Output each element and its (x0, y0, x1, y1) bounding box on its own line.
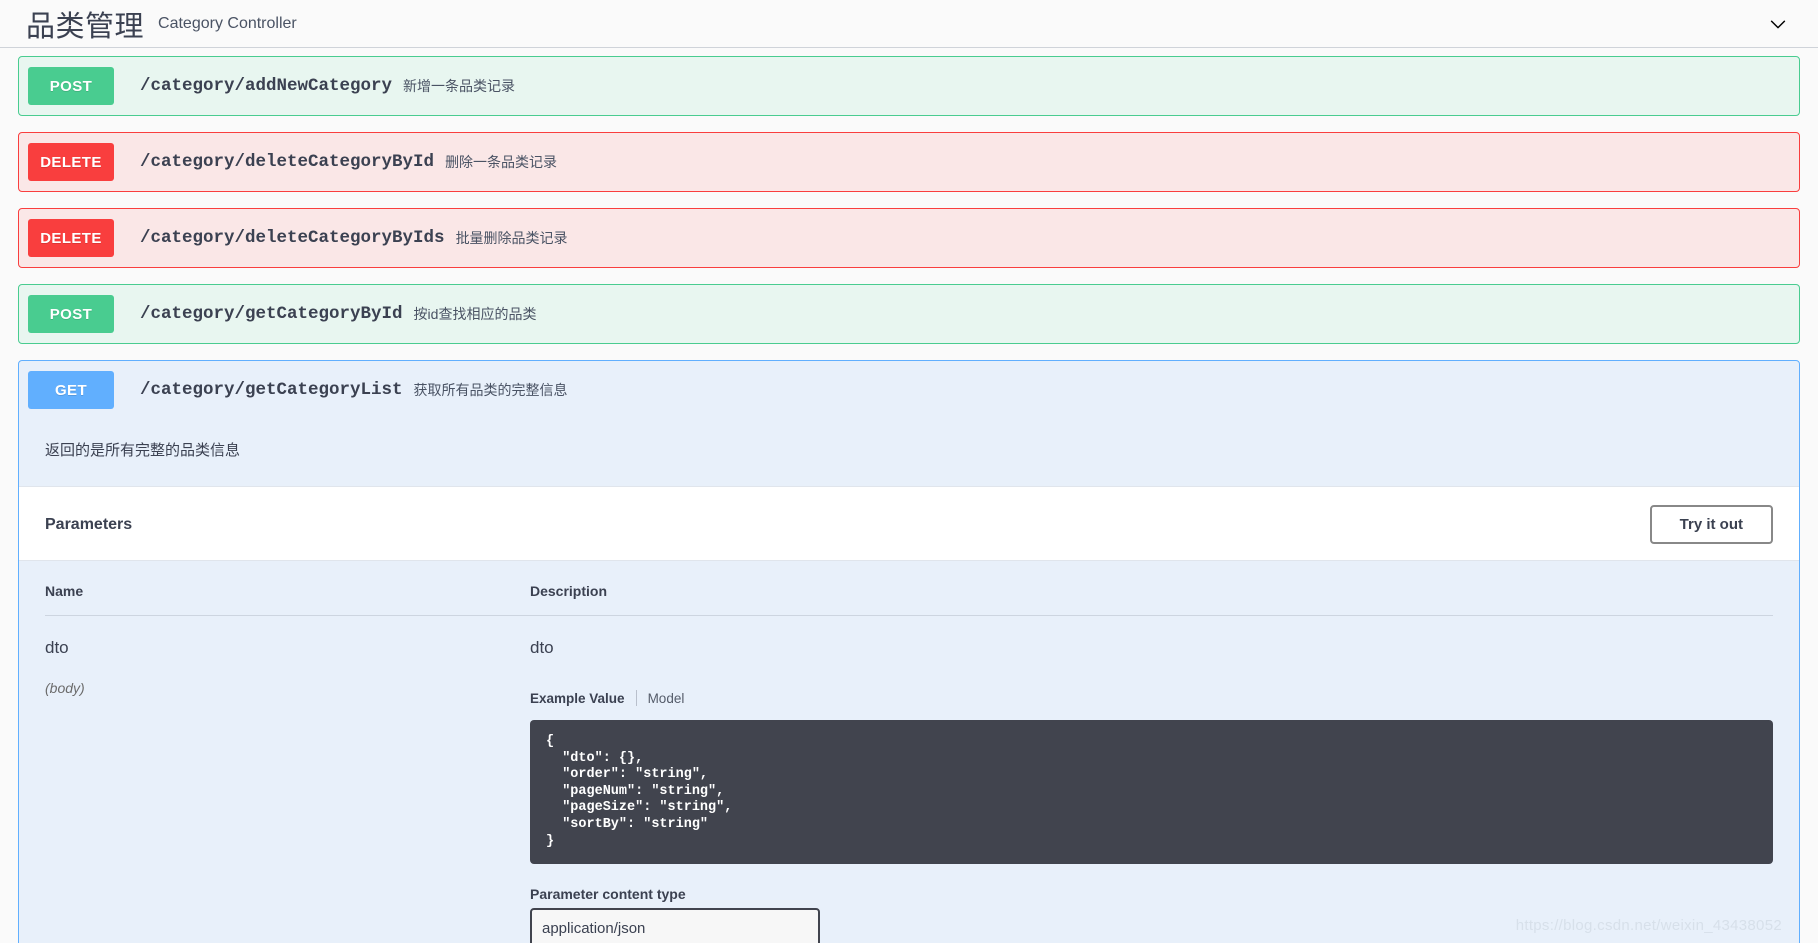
operation-description: 删除一条品类记录 (445, 154, 558, 170)
operation-summary[interactable]: DELETE /category/deleteCategoryByIds 批量删… (19, 209, 1799, 267)
parameters-table: Name Description dto (body) dto Example … (45, 561, 1773, 943)
table-header-row: Name Description (45, 561, 1773, 616)
tag-header[interactable]: 品类管理 Category Controller (0, 0, 1818, 48)
parameter-content-type-select[interactable]: application/json (530, 908, 820, 943)
page-title: 品类管理 (26, 10, 145, 43)
operation-description: 获取所有品类的完整信息 (413, 382, 568, 398)
operation-summary[interactable]: POST /category/addNewCategory 新增一条品类记录 (19, 57, 1799, 115)
column-header-name: Name (45, 561, 530, 616)
operation-delete-category-by-id: DELETE /category/deleteCategoryById 删除一条… (18, 132, 1800, 192)
tab-model[interactable]: Model (637, 691, 685, 706)
operation-body: Parameters Try it out Name Description d… (19, 486, 1799, 943)
parameter-description-cell: dto Example Value Model { "dto": {}, "or… (530, 616, 1773, 943)
operation-summary[interactable]: DELETE /category/deleteCategoryById 删除一条… (19, 133, 1799, 191)
method-badge: GET (28, 371, 114, 409)
operation-path: /category/getCategoryList (140, 380, 403, 400)
operation-get-category-by-id: POST /category/getCategoryById 按id查找相应的品… (18, 284, 1800, 344)
method-badge: DELETE (28, 143, 114, 181)
operation-summary[interactable]: POST /category/getCategoryById 按id查找相应的品… (19, 285, 1799, 343)
parameters-title: Parameters (45, 515, 133, 533)
tab-example-value[interactable]: Example Value (530, 691, 636, 706)
operation-path: /category/getCategoryById (140, 304, 403, 324)
page-subtitle: Category Controller (158, 14, 297, 32)
operations-list: POST /category/addNewCategory 新增一条品类记录 D… (0, 48, 1818, 943)
method-badge: POST (28, 67, 114, 105)
try-it-out-button[interactable]: Try it out (1649, 505, 1773, 544)
method-badge: POST (28, 295, 114, 333)
operation-description: 按id查找相应的品类 (413, 306, 537, 322)
table-row: dto (body) dto Example Value Model {"dt… (45, 616, 1773, 943)
parameter-name: dto (45, 638, 69, 657)
column-header-description: Description (530, 561, 1773, 616)
operation-post-add-new-category: POST /category/addNewCategory 新增一条品类记录 (18, 56, 1800, 116)
example-value-code[interactable]: { "dto": {}, "order": "string", "pageNum… (530, 720, 1773, 865)
operation-path: /category/deleteCategoryById (140, 152, 435, 172)
method-badge: DELETE (28, 219, 114, 257)
operation-get-category-list: GET /category/getCategoryList 获取所有品类的完整信… (18, 360, 1800, 943)
parameter-description: dto (530, 638, 554, 657)
parameters-table-wrap: Name Description dto (body) dto Example … (19, 561, 1799, 943)
parameters-header: Parameters Try it out (19, 487, 1799, 561)
parameter-name-cell: dto (body) (45, 616, 530, 943)
operation-path: /category/deleteCategoryByIds (140, 228, 445, 248)
operation-summary[interactable]: GET /category/getCategoryList 获取所有品类的完整信… (19, 361, 1799, 419)
operation-delete-category-by-ids: DELETE /category/deleteCategoryByIds 批量删… (18, 208, 1800, 268)
parameter-location: (body) (45, 680, 85, 696)
chevron-down-icon[interactable] (1764, 10, 1792, 38)
operation-description: 新增一条品类记录 (403, 78, 516, 94)
operation-notes: 返回的是所有完整的品类信息 (19, 419, 1799, 486)
operation-description: 批量删除品类记录 (455, 230, 568, 246)
parameter-content-type-label: Parameter content type (530, 886, 686, 903)
example-model-tabs: Example Value Model (530, 690, 1773, 706)
operation-path: /category/addNewCategory (140, 76, 393, 96)
